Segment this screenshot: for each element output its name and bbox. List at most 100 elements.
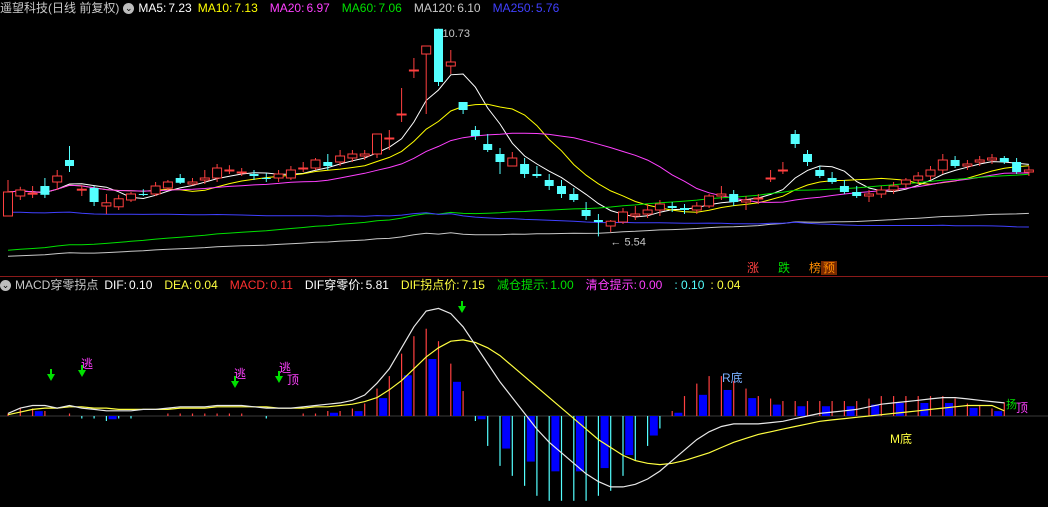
- candle: [741, 196, 751, 210]
- macd-histogram-bar: [428, 359, 437, 416]
- candle-body: [691, 205, 702, 211]
- macd-histogram-bar: [477, 416, 486, 420]
- candle-body: [937, 159, 948, 171]
- candle: [126, 192, 136, 202]
- candle-body: [458, 102, 468, 110]
- macd-histogram-bar: [34, 411, 43, 416]
- ma20-line: [7, 132, 1029, 203]
- low-price-label: ← 5.54: [610, 236, 645, 248]
- candle-body: [888, 185, 899, 191]
- candle-body: [593, 220, 603, 222]
- candle: [310, 158, 321, 170]
- candle: [445, 50, 456, 74]
- candle: [815, 166, 825, 178]
- candle-body: [89, 188, 99, 202]
- candle: [495, 148, 505, 174]
- candle-body: [40, 186, 50, 195]
- candle: [765, 170, 776, 182]
- candle: [224, 165, 235, 174]
- candle-body: [913, 175, 924, 181]
- ma5-line: [7, 73, 1029, 218]
- candle: [285, 166, 296, 180]
- candle-body: [815, 170, 825, 176]
- candle: [507, 152, 518, 167]
- candle-body: [925, 169, 936, 177]
- candle-body: [359, 153, 370, 157]
- macd-histogram-bar: [699, 394, 707, 416]
- candle-body: [557, 186, 566, 194]
- candle: [458, 102, 468, 114]
- macd-histogram-bar: [625, 416, 634, 456]
- candle: [298, 162, 309, 172]
- candle: [470, 126, 480, 140]
- down-arrow-icon: [231, 381, 239, 388]
- macd-histogram-bar: [551, 416, 560, 472]
- candle-body: [298, 167, 309, 170]
- candle: [839, 180, 849, 194]
- ma10-line: [7, 103, 1029, 213]
- candle-body: [126, 193, 136, 201]
- down-arrow-icon: [78, 370, 86, 377]
- candle-body: [667, 206, 677, 208]
- candle: [421, 45, 432, 114]
- macd-histogram-bar: [797, 406, 806, 416]
- dif-line: [7, 307, 1005, 488]
- ma120-line: [7, 212, 1029, 257]
- candle-body: [162, 181, 173, 189]
- macd-histogram-bar: [895, 402, 904, 416]
- candle-body: [520, 164, 530, 174]
- ma60-line: [7, 173, 1029, 251]
- candle-body: [974, 159, 985, 163]
- macd-histogram-bar: [846, 406, 855, 416]
- candle-body: [396, 113, 407, 116]
- candle-body: [187, 181, 198, 185]
- candle-body: [470, 130, 480, 136]
- down-arrow-icon: [275, 376, 283, 383]
- candle: [483, 134, 493, 152]
- candle-body: [864, 193, 874, 197]
- candle: [408, 58, 419, 78]
- candle-body: [15, 189, 26, 197]
- candle: [175, 174, 185, 184]
- candle-body: [987, 157, 997, 161]
- candle-body: [273, 173, 284, 179]
- macd-histogram-bar: [403, 375, 412, 416]
- macd-histogram-bar: [822, 406, 830, 416]
- chart-canvas[interactable]: 10.73← 5.54逃逃 逃顶 R底M底顶扬: [0, 0, 1048, 507]
- candle: [729, 190, 739, 206]
- candle-body: [569, 194, 579, 200]
- candle: [101, 194, 112, 214]
- candle: [1012, 158, 1022, 174]
- candle: [950, 156, 960, 168]
- candle: [680, 204, 689, 214]
- candle: [876, 186, 887, 198]
- candle-body: [150, 185, 161, 195]
- candle: [15, 186, 26, 200]
- down-arrow-icon: [47, 374, 55, 381]
- candle-body: [900, 179, 911, 185]
- candle-body: [852, 192, 862, 196]
- candle-body: [827, 178, 837, 182]
- candle-body: [323, 162, 333, 166]
- macd-histogram-bar: [772, 404, 781, 416]
- candle-body: [532, 174, 542, 176]
- candle: [557, 180, 566, 198]
- candle-body: [654, 203, 665, 211]
- candle-body: [999, 158, 1009, 162]
- candle-body: [310, 159, 321, 169]
- macd-histogram-bar: [969, 407, 978, 416]
- candle-body: [507, 157, 518, 167]
- candle: [925, 166, 936, 180]
- candle-body: [839, 186, 849, 192]
- candle-body: [101, 202, 112, 207]
- candle: [827, 172, 837, 184]
- candle: [630, 206, 641, 220]
- candle-body: [1023, 169, 1034, 173]
- candle-body: [445, 61, 456, 67]
- r-bottom-label: R底: [722, 370, 743, 385]
- candle-body: [950, 160, 960, 166]
- candle: [40, 178, 50, 198]
- macd-histogram-bar: [526, 416, 535, 462]
- candle-body: [962, 163, 973, 167]
- candle-body: [704, 195, 715, 207]
